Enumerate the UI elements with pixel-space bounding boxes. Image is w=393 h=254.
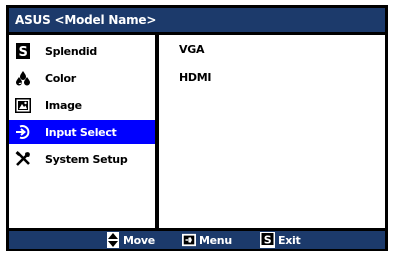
option-hdmi[interactable]: HDMI — [179, 71, 211, 84]
color-drops-icon — [15, 70, 31, 86]
osd-title-bar: ASUS <Model Name> — [9, 8, 385, 32]
option-vga[interactable]: VGA — [179, 43, 204, 56]
menu-item-input-select[interactable]: Input Select — [9, 120, 155, 144]
splendid-s-icon: S — [15, 43, 31, 59]
footer-move-label: Move — [123, 233, 155, 247]
main-menu: S Splendid Color Image Input Select Syst… — [9, 35, 155, 228]
footer-move[interactable]: Move — [106, 232, 155, 248]
input-select-icon — [15, 124, 31, 140]
up-down-arrow-icon — [106, 232, 120, 248]
menu-label-image: Image — [45, 98, 82, 112]
menu-label-input-select: Input Select — [45, 125, 117, 139]
footer-menu-label: Menu — [199, 233, 232, 247]
image-icon — [15, 97, 31, 113]
menu-item-image[interactable]: Image — [9, 93, 155, 117]
menu-item-color[interactable]: Color — [9, 66, 155, 90]
footer-exit[interactable]: S Exit — [260, 232, 301, 248]
footer-menu[interactable]: Menu — [182, 232, 232, 248]
menu-label-splendid: Splendid — [45, 44, 97, 58]
svg-text:S: S — [18, 45, 27, 59]
menu-enter-icon — [182, 233, 196, 247]
menu-label-color: Color — [45, 71, 76, 85]
submenu-panel: VGA HDMI — [159, 35, 385, 228]
menu-item-splendid[interactable]: S Splendid — [9, 39, 155, 63]
model-title: ASUS <Model Name> — [15, 13, 157, 27]
osd-footer-bar: Move Menu S Exit — [9, 231, 385, 249]
footer-exit-label: Exit — [278, 233, 301, 247]
osd-window: ASUS <Model Name> S Splendid Color Image… — [6, 5, 388, 251]
menu-label-system-setup: System Setup — [45, 152, 128, 166]
menu-item-system-setup[interactable]: System Setup — [9, 147, 155, 171]
system-setup-tools-icon — [15, 151, 31, 167]
exit-s-icon: S — [260, 232, 275, 248]
svg-text:S: S — [264, 234, 272, 247]
